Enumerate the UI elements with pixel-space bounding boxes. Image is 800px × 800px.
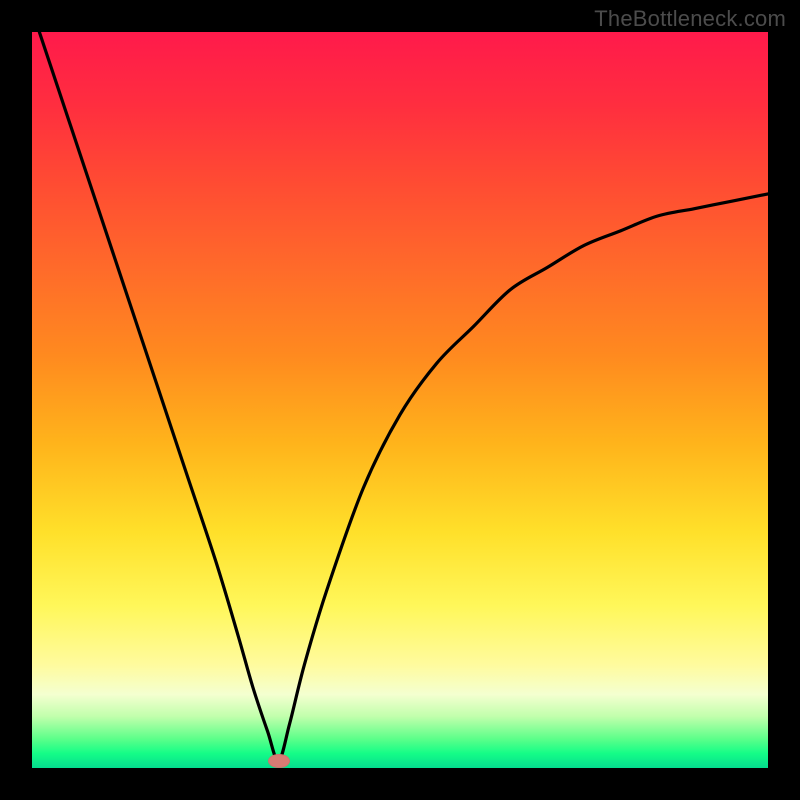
watermark-text: TheBottleneck.com [594, 6, 786, 32]
curve-svg [32, 32, 768, 768]
bottleneck-curve [39, 32, 768, 761]
optimal-point-marker [268, 754, 290, 768]
chart-frame: TheBottleneck.com [0, 0, 800, 800]
plot-area [32, 32, 768, 768]
